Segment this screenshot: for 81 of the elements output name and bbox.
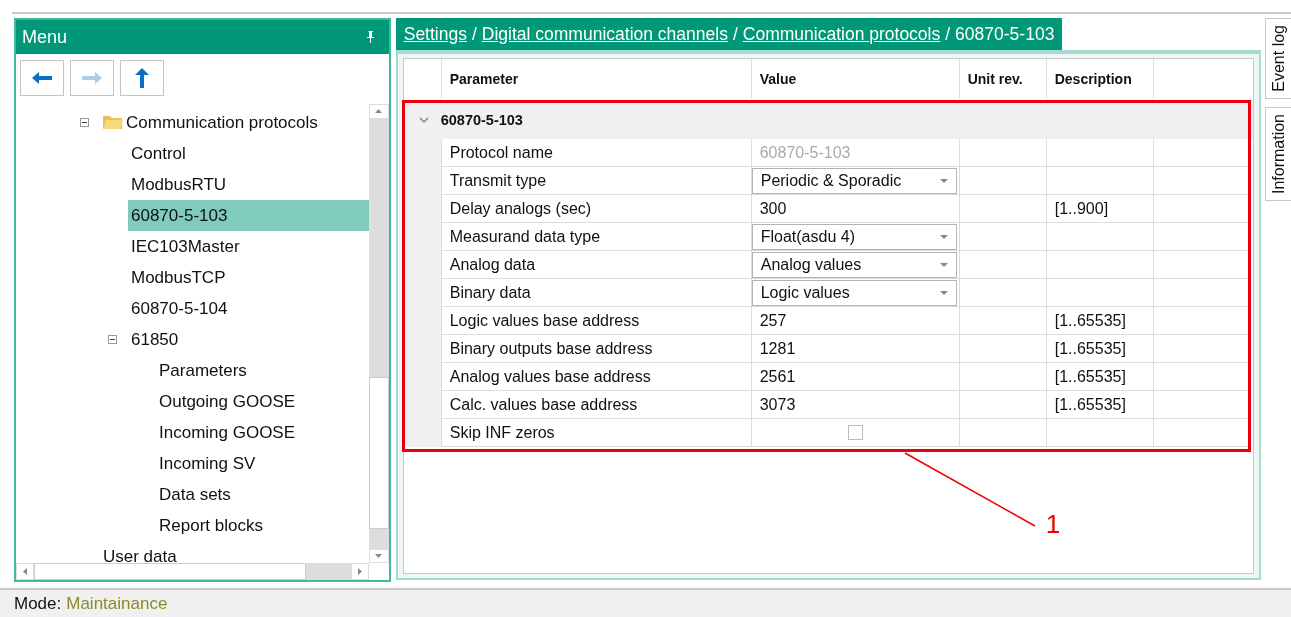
- breadcrumb-current: 60870-5-103: [955, 23, 1055, 45]
- value-text: 60870-5-103: [758, 143, 851, 162]
- tree-item[interactable]: ModbusRTU: [128, 169, 369, 200]
- tree-item[interactable]: Communication protocols: [100, 107, 369, 138]
- parameter-name: Analog values base address: [440, 363, 751, 391]
- value-field[interactable]: 300: [751, 199, 787, 218]
- parameter-name: Delay analogs (sec): [440, 195, 751, 223]
- scroll-left-icon[interactable]: [23, 568, 27, 575]
- callout-number: 1: [1045, 509, 1061, 540]
- tree-item[interactable]: 60870-5-103: [128, 200, 369, 231]
- value-field[interactable]: 3073: [751, 395, 796, 414]
- tree-item[interactable]: Incoming GOOSE: [156, 417, 369, 448]
- column-header[interactable]: Value: [750, 59, 959, 99]
- parameter-name: Logic values base address: [440, 307, 751, 335]
- status-value: Maintainance: [66, 593, 168, 614]
- parameter-name: Analog data: [440, 251, 751, 279]
- left-arrow-button[interactable]: [20, 60, 64, 96]
- tree-item[interactable]: Report blocks: [156, 510, 369, 541]
- vertical-scrollbar[interactable]: [368, 104, 389, 563]
- parameter-name: Protocol name: [440, 139, 751, 167]
- breadcrumb-separator: /: [945, 23, 951, 45]
- scroll-up-icon[interactable]: [375, 109, 383, 114]
- tree-item[interactable]: Control: [128, 138, 369, 169]
- column-header[interactable]: Description: [1045, 59, 1153, 99]
- scroll-right-icon[interactable]: [357, 568, 362, 575]
- description-text: [1..900]: [1054, 199, 1109, 218]
- tree-item[interactable]: IEC103Master: [128, 231, 369, 262]
- parameter-name: Calc. values base address: [440, 391, 751, 419]
- breadcrumb-link[interactable]: Digital communication channels: [481, 23, 728, 45]
- tree-item[interactable]: Parameters: [156, 355, 369, 386]
- collapse-icon[interactable]: [108, 335, 117, 344]
- tree-item[interactable]: User data: [100, 541, 369, 563]
- value-dropdown[interactable]: Analog values: [751, 251, 957, 278]
- pin-icon[interactable]: [366, 31, 375, 43]
- caret-icon: [939, 262, 948, 267]
- description-text: [1..65535]: [1054, 395, 1126, 414]
- value-field[interactable]: 257: [751, 311, 787, 330]
- checkbox[interactable]: [847, 425, 863, 440]
- tree-item[interactable]: ModbusTCP: [128, 262, 369, 293]
- folder-icon: [103, 115, 123, 130]
- description-text: [1..65535]: [1054, 311, 1126, 330]
- caret-icon: [939, 178, 948, 183]
- horizontal-scrollbar[interactable]: [16, 563, 369, 580]
- parameter-name: Skip INF zeros: [440, 419, 751, 447]
- up-arrow-icon: [135, 68, 149, 88]
- value-field[interactable]: 1281: [751, 339, 796, 358]
- side-tab[interactable]: Event log: [1265, 18, 1291, 99]
- collapse-icon[interactable]: [80, 118, 89, 127]
- tree-item[interactable]: Outgoing GOOSE: [156, 386, 369, 417]
- tree-item[interactable]: 60870-5-104: [128, 293, 369, 324]
- group-title: 60870-5-103: [440, 112, 523, 128]
- breadcrumb-separator: /: [471, 23, 477, 45]
- up-arrow-button[interactable]: [120, 60, 164, 96]
- caret-icon: [939, 234, 948, 239]
- chevron-icon[interactable]: [418, 117, 429, 123]
- row-header-cell: [403, 419, 441, 447]
- tree-item[interactable]: 61850: [128, 324, 369, 355]
- value-dropdown[interactable]: Float(asdu 4): [751, 223, 957, 250]
- caret-icon: [939, 290, 948, 295]
- parameter-name: Binary outputs base address: [440, 335, 751, 363]
- description-text: [1..65535]: [1054, 339, 1126, 358]
- value-field[interactable]: 2561: [751, 367, 796, 386]
- description-text: [1..65535]: [1054, 367, 1126, 386]
- tree-item[interactable]: Data sets: [156, 479, 369, 510]
- tree-item[interactable]: Incoming SV: [156, 448, 369, 479]
- parameter-name: Transmit type: [440, 167, 751, 195]
- column-header[interactable]: Unit rev.: [958, 59, 1046, 99]
- column-header[interactable]: Parameter: [440, 59, 751, 99]
- value-dropdown[interactable]: Logic values: [751, 279, 957, 306]
- status-label: Mode:: [14, 593, 62, 614]
- left-arrow-icon: [32, 71, 52, 85]
- parameter-name: Binary data: [440, 279, 751, 307]
- side-tab[interactable]: Information: [1265, 106, 1291, 201]
- menu-title: Menu: [22, 26, 68, 48]
- value-dropdown[interactable]: Periodic & Sporadic: [751, 167, 957, 194]
- breadcrumb-link[interactable]: Settings: [403, 23, 467, 45]
- scroll-down-icon[interactable]: [375, 553, 383, 558]
- breadcrumb-link[interactable]: Communication protocols: [742, 23, 941, 45]
- parameter-name: Measurand data type: [440, 223, 751, 251]
- right-arrow-icon: [82, 71, 102, 85]
- breadcrumb-separator: /: [732, 23, 738, 45]
